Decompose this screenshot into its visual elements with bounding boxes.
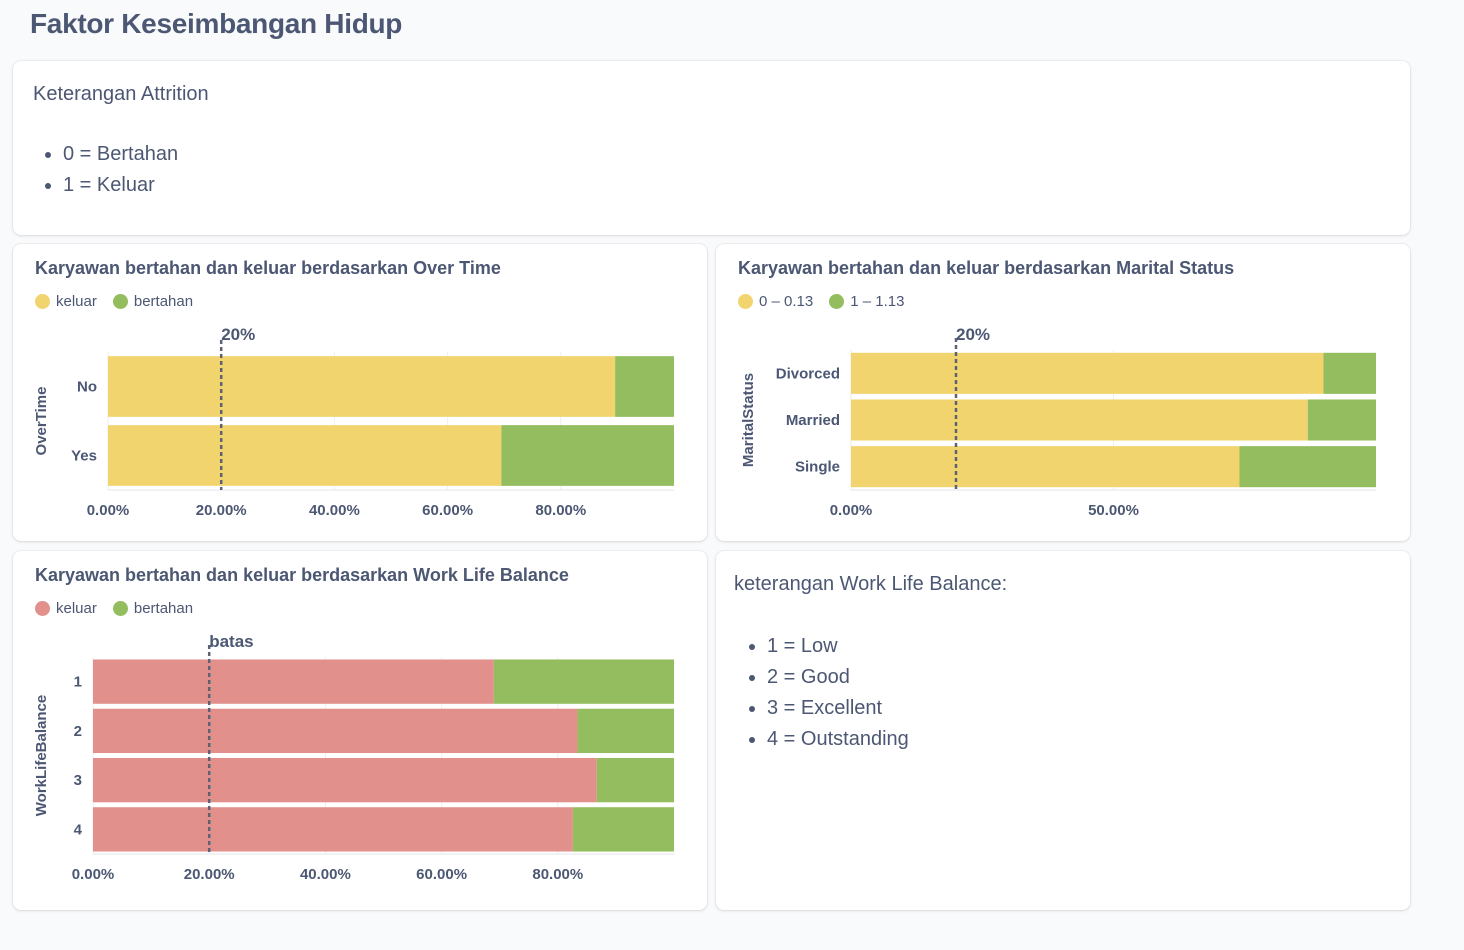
list-item: 2 = Good: [767, 662, 909, 693]
bar-segment: [851, 446, 1240, 488]
overtime-chart-card[interactable]: Karyawan bertahan dan keluar berdasarkan…: [13, 244, 707, 541]
reference-line-label: batas: [209, 632, 253, 651]
x-tick-label: 50.00%: [1088, 502, 1139, 519]
y-tick-label: Divorced: [776, 365, 840, 382]
list-item: 3 = Excellent: [767, 693, 909, 724]
y-axis-label: MaritalStatus: [740, 373, 757, 467]
reference-line-label: 20%: [956, 325, 990, 344]
y-tick-label: 3: [74, 772, 82, 789]
marital-status-chart-card[interactable]: Karyawan bertahan dan keluar berdasarkan…: [716, 244, 1410, 541]
y-axis-label: OverTime: [33, 387, 50, 456]
attrition-info-list: 0 = Bertahan 1 = Keluar: [31, 139, 178, 201]
work-life-balance-chart-card[interactable]: Karyawan bertahan dan keluar berdasarkan…: [13, 551, 707, 910]
attrition-info-card: Keterangan Attrition 0 = Bertahan 1 = Ke…: [13, 61, 1410, 235]
list-item: 1 = Keluar: [63, 170, 178, 201]
x-tick-label: 20.00%: [184, 866, 235, 883]
bar-segment: [93, 807, 573, 852]
bar-segment: [577, 708, 674, 754]
bar-segment: [501, 425, 674, 486]
list-item: 4 = Outstanding: [767, 724, 909, 755]
y-tick-label: 1: [74, 674, 82, 691]
marital-status-chart: Divorced Married Single 0.00% 50.00% 20% Marit…: [740, 325, 1376, 519]
x-tick-label: 80.00%: [532, 866, 583, 883]
work-life-balance-chart: 12340.00% 20.00% 40.00% 60.00% 80.00%batasWo…: [33, 632, 674, 883]
bar-segment: [108, 356, 616, 417]
bar-segment: [108, 425, 502, 486]
y-tick-label: 2: [74, 723, 82, 740]
wlb-info-list: 1 = Low 2 = Good 3 = Excellent 4 = Outst…: [735, 631, 909, 755]
overtime-chart: No Yes 0.00% 20.00% 40.00% 60.00% 80.00% 20% Ove…: [33, 325, 674, 519]
y-axis-label: WorkLifeBalance: [33, 695, 50, 816]
y-tick-label: 4: [74, 821, 83, 838]
x-tick-label: 60.00%: [416, 866, 467, 883]
bar-segment: [851, 399, 1308, 441]
bar-segment: [1323, 352, 1376, 394]
x-tick-label: 0.00%: [87, 502, 130, 519]
bar-segment: [493, 659, 674, 704]
list-item: 1 = Low: [767, 631, 909, 662]
x-tick-label: 40.00%: [309, 502, 360, 519]
page-title: Faktor Keseimbangan Hidup: [30, 8, 403, 39]
wlb-info-card: keterangan Work Life Balance: 1 = Low 2 …: [716, 551, 1410, 910]
bar-segment: [1239, 446, 1376, 488]
bar-segment: [93, 708, 578, 754]
bar-segment: [596, 757, 674, 803]
wlb-info-title: keterangan Work Life Balance:: [734, 573, 1008, 595]
x-tick-label: 20.00%: [196, 502, 247, 519]
reference-line-label: 20%: [221, 325, 255, 344]
bar-segment: [93, 757, 597, 803]
bar-segment: [615, 356, 674, 417]
x-tick-label: 0.00%: [830, 502, 873, 519]
bar-segment: [1307, 399, 1376, 441]
y-tick-label: Married: [786, 412, 840, 429]
attrition-info-title: Keterangan Attrition: [33, 83, 209, 105]
bar-segment: [851, 352, 1324, 394]
x-tick-label: 40.00%: [300, 866, 351, 883]
list-item: 0 = Bertahan: [63, 139, 178, 170]
x-tick-label: 80.00%: [535, 502, 586, 519]
y-tick-label: Yes: [71, 448, 97, 465]
x-tick-label: 0.00%: [72, 866, 115, 883]
bar-segment: [93, 659, 494, 704]
y-tick-label: No: [77, 379, 97, 396]
y-tick-label: Single: [795, 459, 840, 476]
bar-segment: [572, 807, 674, 852]
x-tick-label: 60.00%: [422, 502, 473, 519]
